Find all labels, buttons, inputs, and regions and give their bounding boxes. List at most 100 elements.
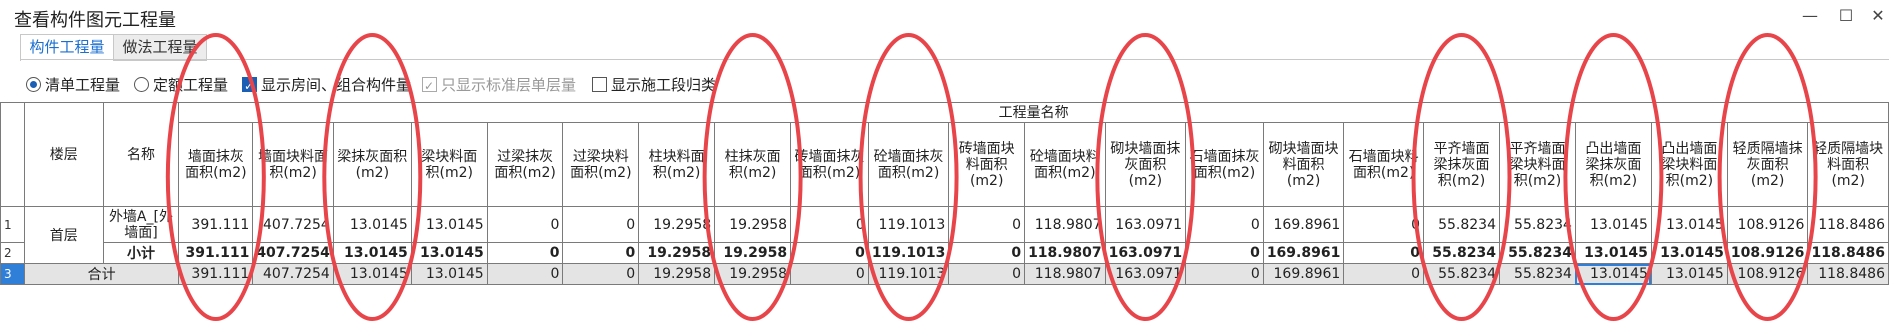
col-header-quantity[interactable]: 石墙面块料面积(m2) [1343, 122, 1425, 207]
quantity-cell[interactable]: 118.8486 [1807, 206, 1889, 243]
col-header-quantity[interactable]: 平齐墙面梁块料面积(m2) [1498, 122, 1576, 207]
quantity-cell[interactable]: 118.8486 [1807, 263, 1889, 285]
radio-quota-quantity[interactable]: 定额工程量 [134, 74, 228, 96]
quantity-cell[interactable]: 0 [948, 263, 1026, 285]
col-header-quantity[interactable]: 砖墙面抹灰面积(m2) [790, 122, 869, 207]
quantity-cell[interactable]: 169.8961 [1262, 242, 1345, 264]
quantity-cell[interactable]: 19.2958 [638, 263, 716, 285]
quantity-cell[interactable]: 169.8961 [1262, 206, 1345, 243]
row-number[interactable]: 2 [0, 242, 25, 264]
quantity-cell[interactable]: 13.0145 [410, 242, 488, 264]
quantity-cell[interactable]: 13.0145 [410, 263, 488, 285]
tab-method-quantity[interactable]: 做法工程量 [113, 34, 207, 61]
quantity-cell[interactable]: 119.1013 [867, 242, 950, 264]
quantity-cell[interactable]: 0 [1185, 263, 1264, 285]
quantity-cell[interactable]: 19.2958 [638, 206, 716, 243]
quantity-cell[interactable]: 118.8486 [1807, 242, 1889, 264]
quantity-cell[interactable]: 119.1013 [867, 206, 950, 243]
col-header-floor[interactable]: 楼层 [23, 102, 104, 207]
quantity-cell[interactable]: 0 [486, 242, 564, 264]
col-header-quantity[interactable]: 柱抹灰面积(m2) [714, 122, 792, 207]
col-header-quantity[interactable]: 轻质隔墙抹灰面积(m2) [1726, 122, 1809, 207]
close-icon[interactable]: ✕ [1866, 4, 1889, 28]
name-cell[interactable]: 外墙A_[外墙面] [102, 206, 180, 243]
quantity-cell[interactable]: 391.111 [178, 206, 254, 243]
quantity-cell[interactable]: 55.8234 [1498, 206, 1576, 243]
quantity-cell[interactable]: 118.9807 [1024, 206, 1106, 243]
quantity-cell[interactable]: 0 [486, 263, 564, 285]
quantity-cell[interactable]: 55.8234 [1498, 263, 1576, 285]
col-header-quantity[interactable]: 凸出墙面梁抹灰面积(m2) [1574, 122, 1652, 207]
quantity-cell[interactable]: 55.8234 [1423, 242, 1500, 264]
col-header-quantity[interactable]: 轻质隔墙块料面积(m2) [1807, 122, 1889, 207]
quantity-cell[interactable]: 13.0145 [410, 206, 488, 243]
quantity-cell[interactable]: 13.0145 [1650, 206, 1728, 243]
quantity-cell[interactable]: 0 [562, 242, 640, 264]
quantity-cell[interactable]: 163.0971 [1104, 206, 1187, 243]
quantity-cell[interactable]: 19.2958 [714, 242, 792, 264]
col-header-quantity[interactable]: 过梁块料面积(m2) [562, 122, 640, 207]
quantity-cell[interactable]: 0 [1343, 242, 1425, 264]
col-header-quantity[interactable]: 砌块墙面抹灰面积(m2) [1104, 122, 1187, 207]
quantity-cell[interactable]: 0 [562, 206, 640, 243]
col-header-quantity[interactable]: 梁块料面积(m2) [410, 122, 488, 207]
quantity-cell[interactable]: 407.7254 [252, 206, 334, 243]
total-label[interactable]: 合计 [23, 263, 180, 285]
quantity-cell[interactable]: 13.0145 [1650, 263, 1728, 285]
quantity-cell[interactable]: 0 [1185, 206, 1264, 243]
quantity-cell[interactable]: 163.0971 [1104, 242, 1187, 264]
quantity-cell[interactable]: 55.8234 [1423, 263, 1500, 285]
checkbox-show-room[interactable]: 显示房间、组合构件量 [242, 74, 411, 97]
quantity-cell[interactable]: 108.9126 [1726, 242, 1809, 264]
col-header-quantity[interactable]: 柱块料面积(m2) [638, 122, 716, 207]
col-header-name[interactable]: 名称 [102, 102, 180, 207]
quantity-cell[interactable]: 407.7254 [252, 242, 334, 264]
quantity-cell[interactable]: 118.9807 [1024, 242, 1106, 264]
quantity-cell[interactable]: 391.111 [178, 263, 254, 285]
col-header-quantity[interactable]: 梁抹灰面积(m2) [332, 122, 412, 207]
quantity-cell[interactable]: 13.0145 [1650, 242, 1728, 264]
quantity-cell[interactable]: 407.7254 [252, 263, 334, 285]
quantity-cell[interactable]: 108.9126 [1726, 263, 1809, 285]
quantity-cell[interactable]: 0 [790, 242, 869, 264]
quantity-cell[interactable]: 169.8961 [1262, 263, 1345, 285]
radio-bill-quantity[interactable]: 清单工程量 [26, 74, 120, 96]
col-header-quantity[interactable]: 墙面块料面积(m2) [252, 122, 334, 207]
checkbox-construction-section[interactable]: 显示施工段归类 [592, 74, 716, 96]
minimize-icon[interactable]: — [1798, 4, 1822, 28]
maximize-icon[interactable]: ☐ [1834, 4, 1858, 28]
quantity-cell[interactable]: 108.9126 [1726, 206, 1809, 243]
quantity-cell[interactable]: 13.0145 [1574, 206, 1652, 243]
col-header-quantity[interactable]: 石墙面抹灰面积(m2) [1185, 122, 1264, 207]
quantity-cell[interactable]: 391.111 [178, 242, 254, 264]
row-number[interactable]: 3 [0, 263, 25, 285]
quantity-cell[interactable]: 0 [1343, 263, 1425, 285]
quantity-cell[interactable]: 0 [1343, 206, 1425, 243]
quantity-cell[interactable]: 163.0971 [1104, 263, 1187, 285]
quantity-cell[interactable]: 0 [790, 206, 869, 243]
quantity-cell[interactable]: 19.2958 [714, 206, 792, 243]
quantity-cell[interactable]: 19.2958 [714, 263, 792, 285]
col-header-quantity[interactable]: 过梁抹灰面积(m2) [486, 122, 564, 207]
quantity-cell[interactable]: 13.0145 [1574, 263, 1652, 285]
quantity-cell[interactable]: 19.2958 [638, 242, 716, 264]
col-header-quantity[interactable]: 砌块墙面块料面积(m2) [1262, 122, 1345, 207]
quantity-cell[interactable]: 13.0145 [1574, 242, 1652, 264]
quantity-cell[interactable]: 0 [562, 263, 640, 285]
quantity-cell[interactable]: 0 [486, 206, 564, 243]
tab-component-quantity[interactable]: 构件工程量 [20, 34, 114, 61]
quantity-cell[interactable]: 13.0145 [332, 263, 412, 285]
quantity-cell[interactable]: 118.9807 [1024, 263, 1106, 285]
col-header-quantity[interactable]: 平齐墙面梁抹灰面积(m2) [1423, 122, 1500, 207]
quantity-cell[interactable]: 119.1013 [867, 263, 950, 285]
row-number[interactable]: 1 [0, 206, 25, 243]
quantity-cell[interactable]: 13.0145 [332, 242, 412, 264]
quantity-cell[interactable]: 0 [948, 206, 1026, 243]
col-header-quantity[interactable]: 砖墙面块料面积(m2) [948, 122, 1026, 207]
subtotal-label[interactable]: 小计 [102, 242, 180, 264]
col-header-quantity[interactable]: 墙面抹灰面积(m2) [178, 122, 254, 207]
col-header-quantity[interactable]: 砼墙面抹灰面积(m2) [867, 122, 950, 207]
quantity-cell[interactable]: 13.0145 [332, 206, 412, 243]
quantity-cell[interactable]: 0 [1185, 242, 1264, 264]
col-header-quantity[interactable]: 凸出墙面梁块料面积(m2) [1650, 122, 1728, 207]
